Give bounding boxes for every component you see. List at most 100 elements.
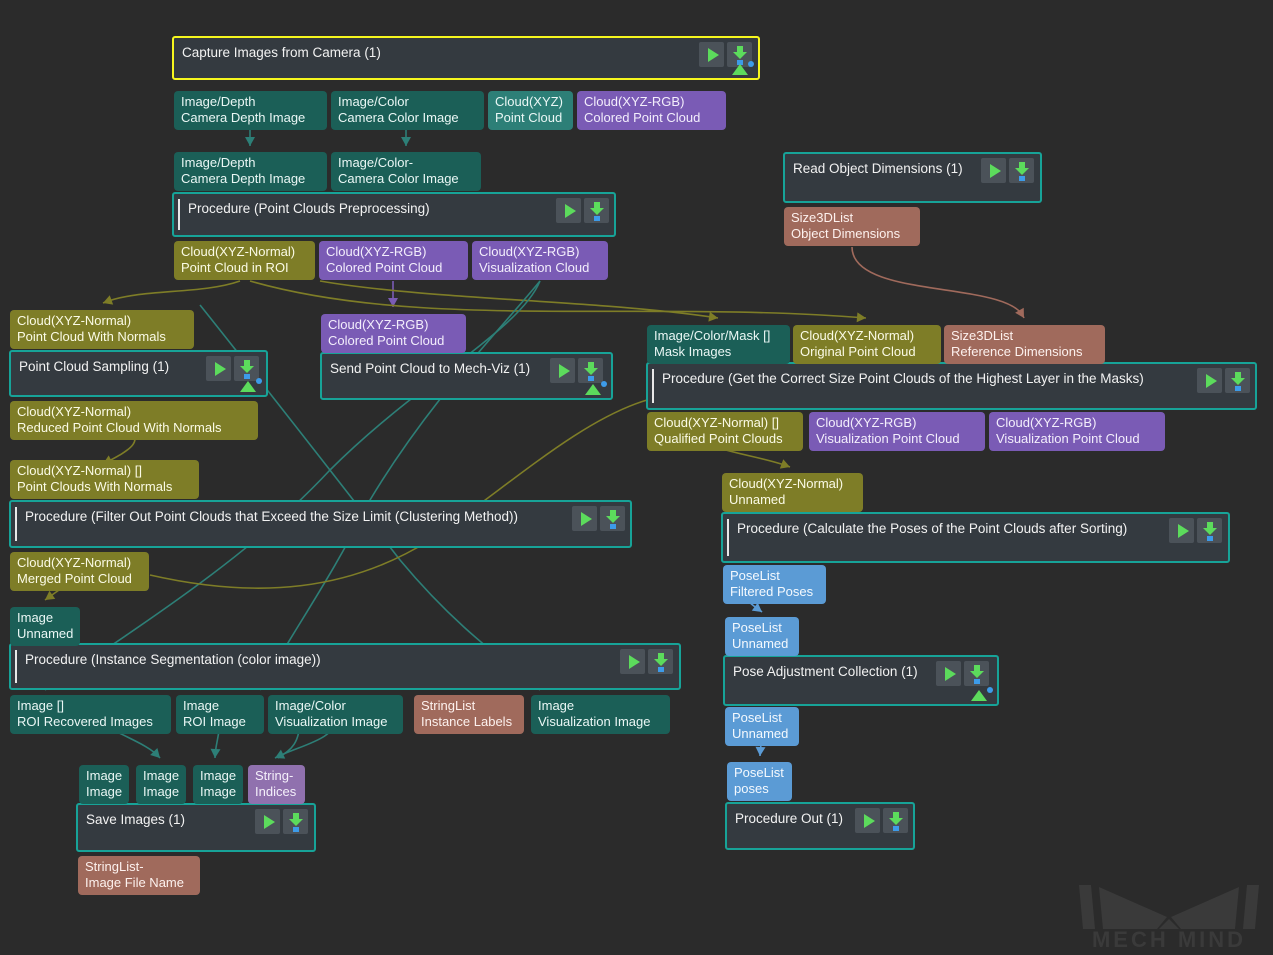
port-i-refdims[interactable]: Size3DListReference Dimensions (944, 325, 1105, 364)
step-node-readdims[interactable]: Read Object Dimensions (1) (783, 152, 1042, 203)
port-name: Merged Point Cloud (17, 571, 142, 587)
step-title: Capture Images from Camera (1) (182, 43, 381, 61)
port-o-roiimg[interactable]: ImageROI Image (176, 695, 264, 734)
port-o-roirec[interactable]: Image []ROI Recovered Images (10, 695, 171, 734)
port-o-viscloud[interactable]: Cloud(XYZ-RGB)Visualization Cloud (472, 241, 608, 280)
port-o-visimg2[interactable]: ImageVisualization Image (531, 695, 670, 734)
port-o-instlbl[interactable]: StringListInstance Labels (414, 695, 524, 734)
step-node-getsize[interactable]: Procedure (Get the Correct Size Point Cl… (646, 362, 1257, 410)
port-o-colored2[interactable]: Cloud(XYZ-RGB)Colored Point Cloud (319, 241, 468, 280)
port-name: Instance Labels (421, 714, 517, 730)
download-arrow-icon[interactable] (578, 358, 603, 383)
port-type: String- (255, 768, 298, 784)
play-icon[interactable] (981, 158, 1006, 183)
node-graph-canvas[interactable]: Capture Images from Camera (1) Read Objec… (0, 0, 1273, 955)
port-i-img3[interactable]: ImageImage (193, 765, 243, 804)
port-i-depth[interactable]: Image/DepthCamera Depth Image (174, 152, 327, 191)
step-node-filterout[interactable]: Procedure (Filter Out Point Clouds that … (9, 500, 632, 548)
port-o-roi[interactable]: Cloud(XYZ-Normal)Point Cloud in ROI (174, 241, 315, 280)
download-arrow-icon[interactable] (600, 506, 625, 531)
port-i-pcwn[interactable]: Cloud(XYZ-Normal)Point Cloud With Normal… (10, 310, 194, 349)
play-icon[interactable] (699, 42, 724, 67)
port-o-cloudrgb[interactable]: Cloud(XYZ-RGB)Colored Point Cloud (577, 91, 726, 130)
step-node-instseg[interactable]: Procedure (Instance Segmentation (color … (9, 643, 681, 690)
download-arrow-icon[interactable] (584, 198, 609, 223)
step-node-calcposes[interactable]: Procedure (Calculate the Poses of the Po… (721, 512, 1230, 563)
port-i-unnamedpc[interactable]: Cloud(XYZ-Normal)Unnamed (722, 473, 863, 512)
port-i-img1[interactable]: ImageImage (79, 765, 129, 804)
port-i-color[interactable]: Image/Color-Camera Color Image (331, 152, 481, 191)
port-type: StringList- (85, 859, 193, 875)
port-type: Cloud(XYZ-Normal) (800, 328, 934, 344)
step-node-preproc[interactable]: Procedure (Point Clouds Preprocessing) (172, 192, 616, 237)
port-name: Visualization Image (275, 714, 396, 730)
port-o-visimg1[interactable]: Image/ColorVisualization Image (268, 695, 403, 734)
edge-arrowhead (401, 137, 411, 146)
port-type: Image/Color- (338, 155, 474, 171)
step-node-capture[interactable]: Capture Images from Camera (1) (172, 36, 760, 80)
play-icon[interactable] (1169, 518, 1194, 543)
port-i-pose-un2[interactable]: PoseListUnnamed (725, 707, 799, 746)
play-icon[interactable] (936, 661, 961, 686)
port-name: Unnamed (732, 726, 792, 742)
port-o-filtered[interactable]: PoseListFiltered Poses (723, 565, 826, 604)
port-o-depth[interactable]: Image/DepthCamera Depth Image (174, 91, 327, 130)
port-i-indices[interactable]: String-Indices (248, 765, 305, 804)
port-o-color[interactable]: Image/ColorCamera Color Image (331, 91, 484, 130)
step-title: Pose Adjustment Collection (1) (733, 662, 918, 680)
download-arrow-icon[interactable] (1009, 158, 1034, 183)
svg-text:MECH MIND: MECH MIND (1092, 927, 1246, 949)
download-arrow-icon[interactable] (283, 809, 308, 834)
port-o-vispc1[interactable]: Cloud(XYZ-RGB)Visualization Point Cloud (809, 412, 985, 451)
download-arrow-icon[interactable] (883, 808, 908, 833)
download-arrow-icon[interactable] (648, 649, 673, 674)
play-icon[interactable] (1197, 368, 1222, 393)
port-o-cloudxyz[interactable]: Cloud(XYZ)Point Cloud (488, 91, 573, 130)
port-i-pcsarr[interactable]: Cloud(XYZ-Normal) []Point Clouds With No… (10, 460, 199, 499)
port-name: Camera Color Image (338, 171, 474, 187)
port-i-img-un[interactable]: ImageUnnamed (10, 607, 80, 646)
step-button-row (1169, 518, 1222, 543)
port-i-origpc[interactable]: Cloud(XYZ-Normal)Original Point Cloud (793, 325, 941, 364)
breakpoint-flag-icon[interactable] (585, 381, 607, 395)
port-o-vispc2[interactable]: Cloud(XYZ-RGB)Visualization Point Cloud (989, 412, 1165, 451)
download-arrow-icon[interactable] (1197, 518, 1222, 543)
play-icon[interactable] (556, 198, 581, 223)
step-node-saveimages[interactable]: Save Images (1) (76, 803, 316, 852)
port-i-poses[interactable]: PoseListposes (727, 762, 792, 801)
play-icon[interactable] (206, 356, 231, 381)
breakpoint-flag-icon[interactable] (240, 378, 262, 392)
port-name: Image (200, 784, 236, 800)
port-name: Point Cloud in ROI (181, 260, 308, 276)
port-i-masks[interactable]: Image/Color/Mask []Mask Images (647, 325, 790, 364)
port-o-qualified[interactable]: Cloud(XYZ-Normal) []Qualified Point Clou… (647, 412, 803, 451)
port-type: Cloud(XYZ-Normal) (729, 476, 856, 492)
step-node-sendpc[interactable]: Send Point Cloud to Mech-Viz (1) (320, 352, 613, 400)
play-icon[interactable] (620, 649, 645, 674)
step-title: Procedure (Get the Correct Size Point Cl… (662, 369, 1144, 387)
play-icon[interactable] (255, 809, 280, 834)
port-name: Reduced Point Cloud With Normals (17, 420, 251, 436)
port-o-merged[interactable]: Cloud(XYZ-Normal)Merged Point Cloud (10, 552, 149, 591)
step-node-procout[interactable]: Procedure Out (1) (725, 802, 915, 850)
edge-arrowhead (42, 591, 55, 604)
step-node-poseadjust[interactable]: Pose Adjustment Collection (1) (723, 655, 999, 706)
port-type: Image/Color (275, 698, 396, 714)
play-icon[interactable] (855, 808, 880, 833)
port-o-dims[interactable]: Size3DListObject Dimensions (784, 207, 920, 246)
port-i-img2[interactable]: ImageImage (136, 765, 186, 804)
port-o-reduced[interactable]: Cloud(XYZ-Normal)Reduced Point Cloud Wit… (10, 401, 258, 440)
port-type: PoseList (732, 710, 792, 726)
play-icon[interactable] (550, 358, 575, 383)
step-button-row (855, 808, 908, 833)
download-arrow-icon[interactable] (1225, 368, 1250, 393)
port-name: Colored Point Cloud (326, 260, 461, 276)
port-i-colored3[interactable]: Cloud(XYZ-RGB)Colored Point Cloud (321, 314, 466, 353)
port-i-pose-un1[interactable]: PoseListUnnamed (725, 617, 799, 656)
play-icon[interactable] (572, 506, 597, 531)
download-arrow-icon[interactable] (964, 661, 989, 686)
port-o-filename[interactable]: StringList-Image File Name (78, 856, 200, 895)
breakpoint-flag-icon[interactable] (971, 687, 993, 701)
breakpoint-flag-icon[interactable] (732, 61, 754, 75)
step-node-pcsampling[interactable]: Point Cloud Sampling (1) (9, 350, 268, 397)
